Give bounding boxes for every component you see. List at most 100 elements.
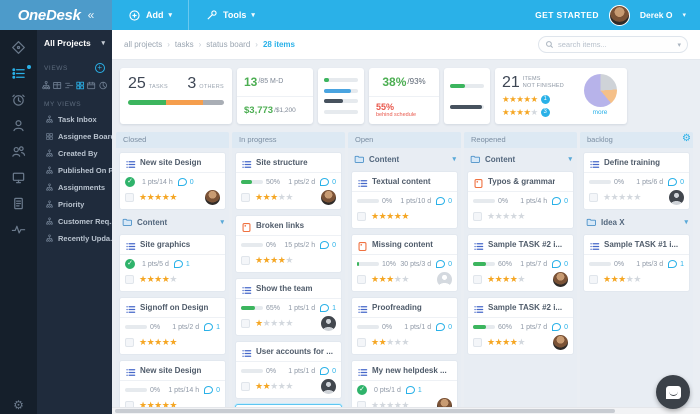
star-rating[interactable]: ★★★★★ [603, 274, 641, 285]
comments-bubble-icon[interactable] [436, 323, 446, 331]
assignee-avatar[interactable] [553, 335, 568, 350]
search-input[interactable] [558, 40, 674, 49]
star-rating[interactable]: ★★★★★ [255, 318, 293, 329]
document-icon[interactable] [11, 196, 26, 211]
comments-bubble-icon[interactable] [405, 386, 415, 394]
mini-bars-card[interactable] [318, 68, 364, 124]
card-checkbox[interactable] [241, 256, 250, 265]
task-card[interactable]: Typos & grammar 0% 1 pts/4 h 0 ★★★★★ [467, 171, 574, 229]
assignee-avatar[interactable] [321, 316, 336, 331]
users-icon[interactable] [11, 144, 26, 159]
card-checkbox[interactable] [125, 275, 134, 284]
assignee-avatar[interactable] [437, 272, 452, 287]
card-checkbox[interactable] [473, 212, 482, 221]
scrollbar-thumb[interactable] [115, 409, 615, 413]
star-rating[interactable]: ★★★★★ [139, 192, 177, 203]
progress-card[interactable]: 38% /93% 55% behind schedule [369, 68, 439, 124]
board-view-icon[interactable] [75, 78, 85, 90]
card-checkbox[interactable] [125, 338, 134, 347]
comments-bubble-icon[interactable] [173, 260, 183, 268]
monitor-icon[interactable] [11, 170, 26, 185]
comments-bubble-icon[interactable] [436, 197, 446, 205]
assignee-avatar[interactable] [669, 190, 684, 205]
search-box[interactable]: ▾ [538, 36, 688, 53]
comments-bubble-icon[interactable] [320, 367, 330, 375]
comments-bubble-icon[interactable] [320, 304, 330, 312]
card-checkbox[interactable] [357, 275, 366, 284]
search-options-chevron-icon[interactable]: ▾ [677, 41, 681, 49]
settings-gear-icon[interactable]: ⚙ [0, 398, 37, 412]
breadcrumb-status-board[interactable]: status board [206, 40, 250, 49]
calendar-view-icon[interactable] [86, 78, 96, 90]
star-rating[interactable]: ★★★★★ [502, 94, 538, 105]
star-rating[interactable]: ★★★★★ [371, 211, 409, 222]
task-card[interactable]: User accounts for ... 0% 1 pts/1 d 0 ★★★★★ [235, 341, 342, 399]
card-checkbox[interactable] [357, 338, 366, 347]
task-card[interactable]: Sample TASK #1 i... 0% 1 pts/3 d 1 ★★★★★ [583, 234, 690, 292]
star-rating[interactable]: ★★★★★ [255, 381, 293, 392]
tasks-icon[interactable] [11, 65, 31, 81]
sidebar-item-created-by[interactable]: Created By [37, 145, 112, 162]
items-not-finished-card[interactable]: 21 ITEMS NOT FINISHED ★★★★★ 1 ★★★★★ 3 more [495, 68, 627, 124]
chat-launcher-button[interactable] [656, 375, 690, 409]
tasks-summary-card[interactable]: 25 TASKS 3 OTHERS [120, 68, 232, 124]
task-card[interactable]: Broken links 0% 15 pts/2 h 0 ★★★★★ [235, 215, 342, 273]
sidebar-item-recently-upda[interactable]: Recently Upda... [37, 230, 116, 247]
card-checkbox[interactable] [357, 212, 366, 221]
tag-icon[interactable] [11, 40, 26, 55]
task-card[interactable]: Show the team 65% 1 pts/1 d 1 ★★★★★ [235, 278, 342, 336]
task-card[interactable]: New site Design ✓ 1 pts/14 h 0 ★★★★★ [119, 152, 226, 210]
comments-bubble-icon[interactable] [552, 323, 562, 331]
comments-bubble-icon[interactable] [668, 260, 678, 268]
sidebar-item-customer-req[interactable]: Customer Req... [37, 213, 116, 230]
star-rating[interactable]: ★★★★★ [255, 192, 293, 203]
comments-bubble-icon[interactable] [204, 323, 214, 331]
task-card[interactable]: Proofreading 0% 1 pts/1 d 0 ★★★★★ [351, 297, 458, 355]
more-link[interactable]: more [593, 109, 608, 116]
add-view-button[interactable]: + [95, 63, 105, 73]
collapse-sidebar-icon[interactable]: « [88, 8, 95, 22]
star-rating[interactable]: ★★★★★ [603, 192, 641, 203]
collapse-chevron-icon[interactable]: ▾ [220, 218, 224, 226]
star-rating[interactable]: ★★★★★ [139, 274, 177, 285]
group-header[interactable]: Content ▾ [351, 152, 458, 166]
task-card[interactable]: My new helpdesk ... ✓ 0 pts/1 d 1 ★★★★★ [351, 360, 458, 414]
star-rating[interactable]: ★★★★★ [487, 274, 525, 285]
sidebar-item-published-on-p[interactable]: Published On P... [37, 162, 119, 179]
card-checkbox[interactable] [473, 275, 482, 284]
sidebar-item-priority[interactable]: Priority [37, 196, 112, 213]
group-header[interactable]: Content ▾ [119, 215, 226, 229]
sidebar-item-assignee-board[interactable]: Assignee Board [37, 128, 115, 145]
user-icon[interactable] [11, 118, 26, 133]
comments-bubble-icon[interactable] [668, 178, 678, 186]
task-card[interactable]: Missing content 10% 30 pts/3 d 0 ★★★★★ [351, 234, 458, 292]
mini-bars-card-2[interactable] [444, 68, 490, 124]
task-card[interactable]: Define training 0% 1 pts/6 d 0 ★★★★★ [583, 152, 690, 210]
tools-button[interactable]: Tools ▾ [189, 0, 271, 30]
clock-icon[interactable] [11, 92, 26, 107]
task-card[interactable]: New site Design 0% 1 pts/14 h 0 ★★★★★ [119, 360, 226, 414]
collapse-chevron-icon[interactable]: ▾ [684, 218, 688, 226]
card-checkbox[interactable] [589, 193, 598, 202]
gantt-view-icon[interactable] [64, 78, 74, 89]
card-checkbox[interactable] [125, 193, 134, 202]
add-button[interactable]: Add ▾ [112, 0, 188, 30]
card-checkbox[interactable] [241, 319, 250, 328]
task-card[interactable]: Sample TASK #2 i... 60% 1 pts/7 d 0 ★★★★★ [467, 234, 574, 292]
task-card[interactable]: Signoff on Design 0% 1 pts/2 d 1 ★★★★★ [119, 297, 226, 355]
star-rating[interactable]: ★★★★★ [371, 274, 409, 285]
assignee-avatar[interactable] [321, 190, 336, 205]
comments-bubble-icon[interactable] [552, 260, 562, 268]
comments-bubble-icon[interactable] [436, 260, 446, 268]
project-selector[interactable]: All Projects ▾ [37, 30, 112, 56]
get-started-link[interactable]: GET STARTED [535, 10, 599, 20]
group-header[interactable]: Idea X ▾ [583, 215, 690, 229]
task-card[interactable]: Site graphics ✓ 1 pts/5 d 1 ★★★★★ [119, 234, 226, 292]
user-avatar[interactable] [608, 4, 630, 26]
comments-bubble-icon[interactable] [320, 241, 330, 249]
task-card[interactable]: Textual content 0% 1 pts/10 d 0 ★★★★★ [351, 171, 458, 229]
horizontal-scrollbar[interactable] [112, 407, 700, 414]
comments-bubble-icon[interactable] [552, 197, 562, 205]
card-checkbox[interactable] [473, 338, 482, 347]
user-name[interactable]: Derek O [640, 10, 673, 20]
